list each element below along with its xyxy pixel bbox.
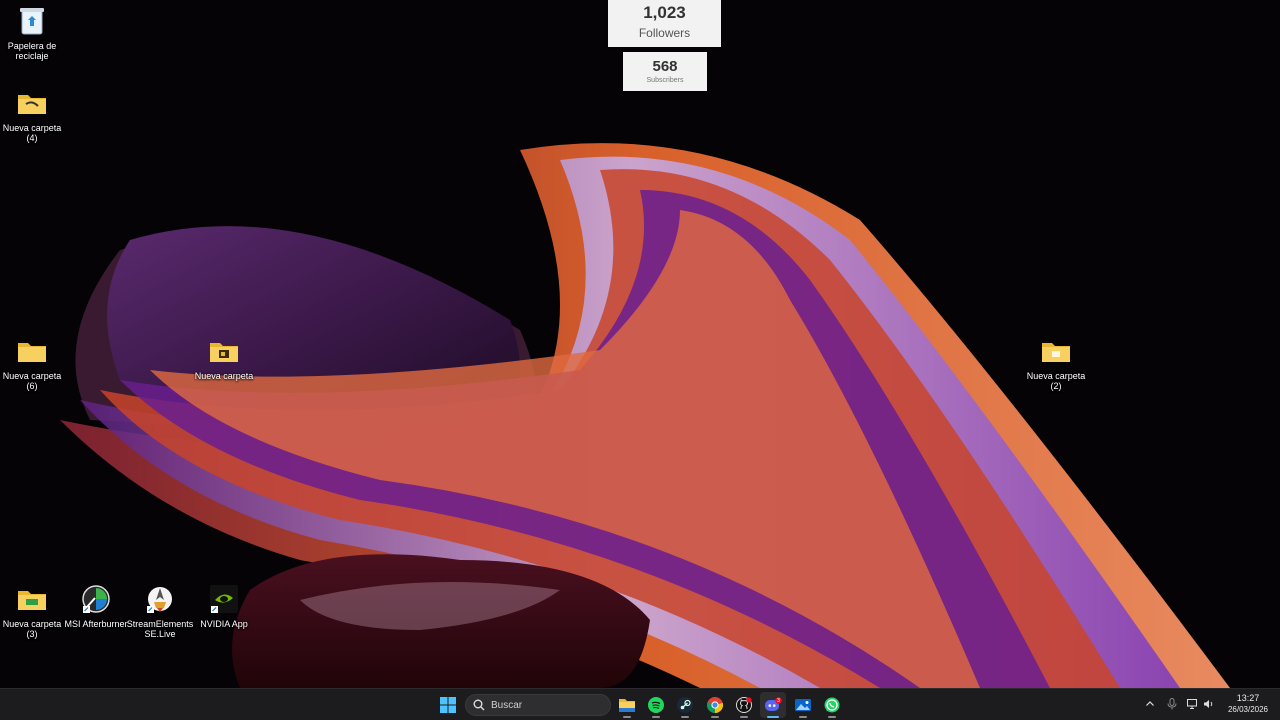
folder-label: Nueva carpeta <box>194 371 254 381</box>
clock[interactable]: 13:27 26/03/2026 <box>1222 693 1274 715</box>
whatsapp-icon <box>824 697 840 713</box>
taskbar: Buscar 3 13:27 26/03/2026 <box>0 688 1280 720</box>
photos-icon <box>795 699 811 711</box>
recycle-bin-icon <box>15 4 49 38</box>
streamelements-label: StreamElements SE.Live <box>126 619 194 639</box>
taskbar-search[interactable]: Buscar <box>465 694 611 716</box>
steam-button[interactable] <box>672 692 698 718</box>
followers-widget: 1,023 Followers <box>608 0 721 47</box>
followers-label: Followers <box>638 26 691 40</box>
folder-2-label: Nueva carpeta (2) <box>1026 371 1086 391</box>
nvidia-app-label: NVIDIA App <box>200 619 248 629</box>
subscribers-count: 568 <box>652 58 678 75</box>
spotify-icon <box>648 697 664 713</box>
search-placeholder: Buscar <box>491 699 523 711</box>
followers-count: 1,023 <box>643 3 686 22</box>
chrome-button[interactable] <box>702 692 728 718</box>
subscribers-label: Subscribers <box>646 77 684 84</box>
nvidia-app-shortcut[interactable]: NVIDIA App <box>192 582 256 629</box>
nvidia-icon <box>207 582 241 616</box>
photos-button[interactable] <box>790 692 816 718</box>
start-button[interactable] <box>435 692 461 718</box>
folder-icon <box>15 582 49 616</box>
recycle-bin-label: Papelera de reciclaje <box>7 41 57 61</box>
running-indicator <box>652 716 660 718</box>
folder-2-shortcut[interactable]: Nueva carpeta (2) <box>1024 334 1088 391</box>
folder-icon <box>207 334 241 368</box>
whatsapp-button[interactable] <box>819 692 845 718</box>
microphone-icon <box>1167 698 1177 710</box>
microphone-status[interactable] <box>1165 697 1179 711</box>
clock-time: 13:27 <box>1236 693 1260 703</box>
msi-afterburner-shortcut[interactable]: MSI Afterburner <box>64 582 128 629</box>
folder-3-label: Nueva carpeta (3) <box>2 619 62 639</box>
folder-4-label: Nueva carpeta (4) <box>2 123 62 143</box>
folder-6-label: Nueva carpeta (6) <box>2 371 62 391</box>
file-explorer-button[interactable] <box>614 692 640 718</box>
search-icon <box>473 699 485 711</box>
folder-4-shortcut[interactable]: Nueva carpeta (4) <box>0 86 64 143</box>
start-icon <box>440 697 456 713</box>
recycle-bin-shortcut[interactable]: Papelera de reciclaje <box>0 4 64 61</box>
folder-shortcut[interactable]: Nueva carpeta <box>192 334 256 381</box>
folder-icon <box>15 334 49 368</box>
desktop[interactable]: Papelera de reciclaje Nueva carpeta (4) … <box>0 0 1280 720</box>
running-indicator <box>711 716 719 718</box>
github-icon <box>736 697 752 713</box>
discord-badge: 3 <box>777 698 780 704</box>
folder-icon <box>15 86 49 120</box>
folder-3-shortcut[interactable]: Nueva carpeta (3) <box>0 582 64 639</box>
running-indicator <box>799 716 807 718</box>
streamelements-icon <box>143 582 177 616</box>
clock-date: 26/03/2026 <box>1227 705 1269 714</box>
msi-afterburner-icon <box>79 582 113 616</box>
discord-icon: 3 <box>765 697 782 711</box>
chrome-icon <box>707 697 723 713</box>
running-indicator <box>828 716 836 718</box>
running-indicator <box>740 716 748 718</box>
subscribers-widget: 568 Subscribers <box>623 52 707 91</box>
speaker-icon <box>1204 700 1213 708</box>
network-status[interactable] <box>1186 697 1200 711</box>
network-icon <box>1187 699 1197 709</box>
file-explorer-icon <box>619 699 635 712</box>
running-indicator <box>767 716 779 718</box>
streamelements-shortcut[interactable]: StreamElements SE.Live <box>126 582 194 639</box>
steam-icon <box>677 697 693 713</box>
discord-button[interactable]: 3 <box>760 692 786 718</box>
chevron-up-icon <box>1146 701 1154 706</box>
github-button[interactable] <box>731 692 757 718</box>
folder-6-shortcut[interactable]: Nueva carpeta (6) <box>0 334 64 391</box>
volume-status[interactable] <box>1202 697 1216 711</box>
show-hidden-icons-button[interactable] <box>1143 697 1157 711</box>
running-indicator <box>623 716 631 718</box>
spotify-button[interactable] <box>643 692 669 718</box>
msi-afterburner-label: MSI Afterburner <box>64 619 128 629</box>
running-indicator <box>681 716 689 718</box>
folder-icon <box>1039 334 1073 368</box>
